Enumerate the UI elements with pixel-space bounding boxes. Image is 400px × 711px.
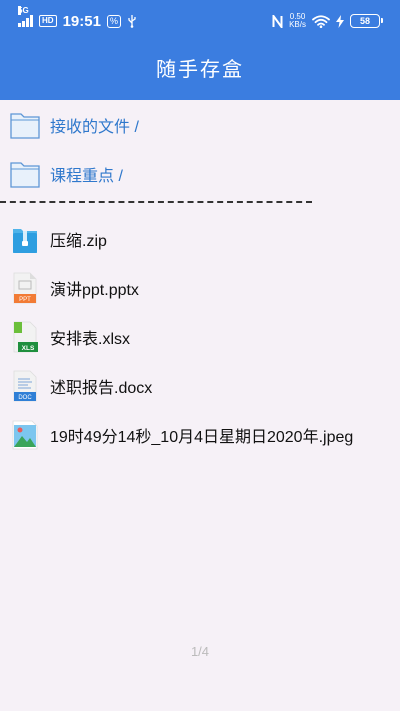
zip-file-icon bbox=[13, 228, 37, 253]
file-list: 接收的文件 / 课程重点 / 压缩.zip PPT 演讲ppt.pptx XLS… bbox=[0, 100, 400, 459]
network-type: 5G bbox=[18, 6, 29, 15]
hd-badge: HD bbox=[39, 15, 57, 27]
file-label: 19时49分14秒_10月4日星期日2020年.jpeg bbox=[50, 428, 354, 446]
folder-item-received[interactable]: 接收的文件 / bbox=[0, 100, 400, 149]
notification-icon: % bbox=[106, 14, 121, 28]
speed-unit: KB/s bbox=[289, 20, 306, 29]
status-time: 19:51 bbox=[62, 12, 101, 30]
charging-icon bbox=[336, 14, 344, 28]
file-item-zip[interactable]: 压缩.zip bbox=[0, 214, 400, 263]
folder-icon bbox=[10, 161, 40, 188]
folder-icon bbox=[10, 112, 40, 139]
battery-icon: 58 bbox=[350, 14, 383, 28]
folder-label: 课程重点 / bbox=[50, 167, 123, 185]
folder-item-course[interactable]: 课程重点 / bbox=[0, 149, 400, 198]
file-item-doc[interactable]: DOC 述职报告.docx bbox=[0, 361, 400, 410]
page-indicator: 1/4 bbox=[190, 644, 210, 659]
status-left: 5G HD 19:51 % bbox=[18, 6, 137, 30]
doc-icon-text: DOC bbox=[18, 395, 32, 401]
file-label: 安排表.xlsx bbox=[50, 330, 131, 348]
usb-icon bbox=[128, 15, 136, 28]
nfc-icon bbox=[272, 14, 283, 28]
image-file-icon bbox=[12, 420, 38, 449]
status-right: 0.50 KB/s 58 bbox=[272, 13, 383, 29]
app-header: 5G HD 19:51 % 0.50 KB/s 58 随手存盒 bbox=[0, 0, 400, 100]
file-label: 述职报告.docx bbox=[50, 379, 153, 397]
status-bar: 5G HD 19:51 % 0.50 KB/s 58 bbox=[0, 0, 400, 42]
xls-icon-text: XLS bbox=[22, 345, 35, 352]
page-title: 随手存盒 bbox=[156, 59, 244, 81]
file-label: 压缩.zip bbox=[50, 232, 107, 250]
ppt-file-icon: PPT bbox=[13, 272, 37, 303]
doc-file-icon: DOC bbox=[13, 370, 37, 401]
folder-label: 接收的文件 / bbox=[50, 118, 139, 136]
network-speed: 0.50 KB/s bbox=[289, 13, 306, 29]
xls-file-icon: XLS bbox=[13, 321, 38, 352]
file-item-xls[interactable]: XLS 安排表.xlsx bbox=[0, 312, 400, 361]
ppt-icon-text: PPT bbox=[19, 297, 31, 303]
file-label: 演讲ppt.pptx bbox=[50, 281, 139, 299]
file-item-jpeg[interactable]: 19时49分14秒_10月4日星期日2020年.jpeg bbox=[0, 410, 400, 459]
wifi-icon bbox=[312, 14, 330, 28]
file-item-ppt[interactable]: PPT 演讲ppt.pptx bbox=[0, 263, 400, 312]
section-divider bbox=[0, 201, 312, 203]
signal-icon: 5G bbox=[18, 6, 33, 27]
battery-level: 58 bbox=[359, 16, 370, 26]
